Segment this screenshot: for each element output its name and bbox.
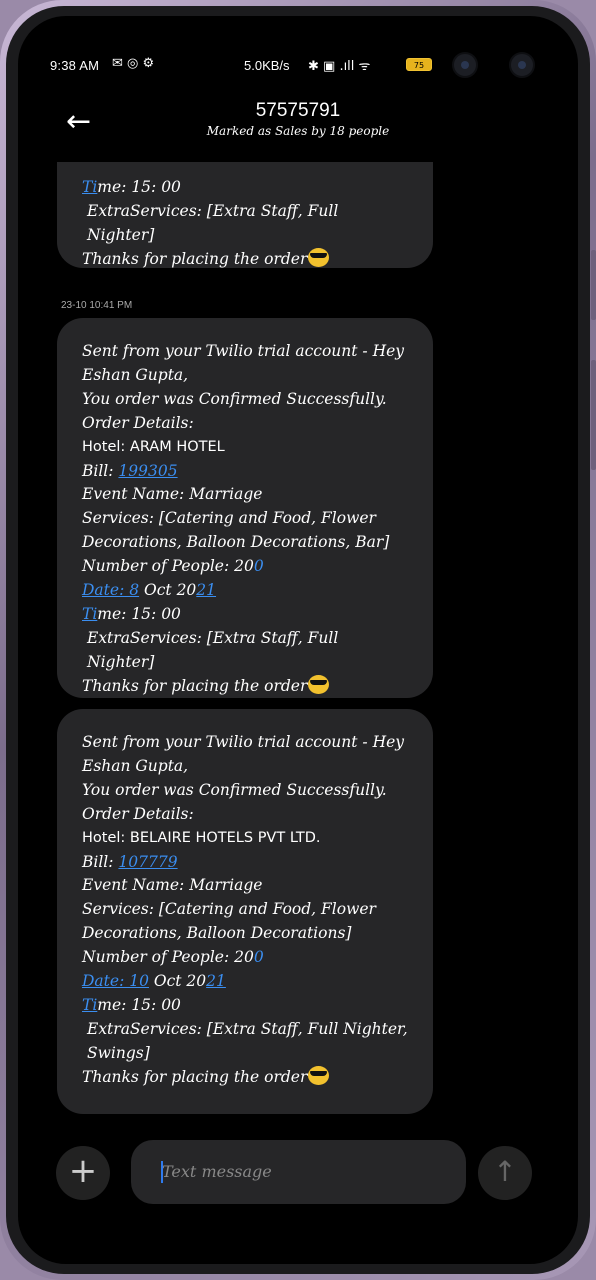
connectivity-icons: ✱ ▣ .ıll ᯤ	[308, 59, 371, 74]
message-extras: ExtraServices: [Extra Staff, Full Nighte…	[87, 201, 339, 244]
message-people: Number of People: 200	[82, 555, 409, 579]
front-camera-icon	[452, 52, 478, 78]
message-event: Event Name: Marriage	[82, 485, 263, 504]
message-intro: Sent from your Twilio trial account - He…	[82, 733, 405, 775]
sensor-icon	[509, 52, 535, 78]
conversation-header: ← 57575791 Marked as Sales by 18 people	[18, 100, 578, 162]
message-services: Services: [Catering and Food, Flower Dec…	[82, 900, 376, 943]
sunglasses-emoji-icon	[308, 247, 330, 267]
date-text: Oct 20	[139, 581, 197, 600]
bill-link[interactable]: 199305	[118, 462, 177, 480]
text-caret	[161, 1161, 163, 1183]
time-link[interactable]: Ti	[82, 996, 97, 1014]
people-link[interactable]: 0	[254, 948, 264, 966]
message-intro: Sent from your Twilio trial account - He…	[82, 342, 405, 384]
closing-text: Thanks for placing the order	[82, 249, 308, 268]
closing-text: Thanks for placing the order	[82, 676, 308, 695]
contact-number[interactable]: 57575791	[18, 100, 578, 122]
message-date: Date: 8 Oct 2021	[82, 579, 409, 603]
date-link[interactable]: Date: 8	[82, 581, 139, 599]
message-time-line: Time: 15: 00	[82, 176, 409, 200]
people-link[interactable]: 0	[254, 557, 264, 575]
date-year-link[interactable]: 21	[196, 581, 216, 599]
message-status: You order was Confirmed Successfully.	[82, 780, 387, 799]
notification-icons: ✉ ◎ ⚙	[112, 56, 155, 71]
message-closing: Thanks for placing the order	[82, 674, 409, 699]
message-closing: Thanks for placing the order	[82, 1065, 409, 1090]
message-input[interactable]: Text message	[131, 1140, 466, 1204]
message-date: Date: 10 Oct 2021	[82, 970, 409, 994]
plus-icon[interactable]: +	[56, 1146, 110, 1200]
message-time: Time: 15: 00	[82, 994, 409, 1018]
time-text: me: 15: 00	[97, 177, 181, 196]
network-speed: 5.0KB/s	[244, 58, 290, 73]
bill-label: Bill:	[82, 461, 119, 480]
status-bar: 9:38 AM ✉ ◎ ⚙ 5.0KB/s ✱ ▣ .ıll ᯤ 75	[18, 56, 578, 78]
message-hotel: Hotel: ARAM HOTEL	[82, 438, 225, 455]
people-label: Number of People: 20	[82, 948, 254, 967]
message-people: Number of People: 200	[82, 946, 409, 970]
message-services: Services: [Catering and Food, Flower Dec…	[82, 509, 390, 552]
phone-frame: 9:38 AM ✉ ◎ ⚙ 5.0KB/s ✱ ▣ .ıll ᯤ 75 ← 57…	[0, 0, 596, 1280]
message-extras: ExtraServices: [Extra Staff, Full Nighte…	[87, 1019, 408, 1062]
date-year-link[interactable]: 21	[206, 972, 226, 990]
message-hotel: Hotel: BELAIRE HOTELS PVT LTD.	[82, 829, 321, 846]
time-text: me: 15: 00	[97, 604, 181, 623]
date-link[interactable]: Date: 10	[82, 972, 149, 990]
arrow-up-icon[interactable]: ↑	[478, 1146, 532, 1200]
date-text: Oct 20	[148, 972, 207, 991]
volume-button	[591, 250, 596, 320]
time-link[interactable]: Ti	[82, 605, 97, 623]
message-bubble[interactable]: Sent from your Twilio trial account - He…	[57, 318, 433, 698]
message-composer: + Text message ↑	[18, 1140, 578, 1206]
bill-link[interactable]: 107779	[118, 853, 177, 871]
message-input-placeholder: Text message	[162, 1162, 272, 1181]
sunglasses-emoji-icon	[308, 1065, 330, 1085]
power-button	[591, 360, 596, 470]
message-extras: ExtraServices: [Extra Staff, Full Nighte…	[87, 628, 339, 671]
message-list[interactable]: x Time: 15: 00 ExtraServices: [Extra Sta…	[18, 162, 578, 1124]
spam-label: Marked as Sales by 18 people	[206, 124, 390, 138]
screen: 9:38 AM ✉ ◎ ⚙ 5.0KB/s ✱ ▣ .ıll ᯤ 75 ← 57…	[18, 16, 578, 1264]
message-status: You order was Confirmed Successfully.	[82, 389, 387, 408]
message-details-label: Order Details:	[82, 413, 194, 432]
message-event: Event Name: Marriage	[82, 876, 263, 895]
closing-text: Thanks for placing the order	[82, 1067, 308, 1086]
message-timestamp: 23-10 10:41 PM	[61, 300, 133, 311]
people-label: Number of People: 20	[82, 557, 254, 576]
status-time: 9:38 AM	[50, 58, 100, 73]
time-link[interactable]: Ti	[82, 178, 97, 196]
message-closing: Thanks for placing the order	[82, 247, 409, 272]
message-details-label: Order Details:	[82, 804, 194, 823]
sunglasses-emoji-icon	[308, 674, 330, 694]
message-bill: Bill: 107779	[82, 851, 409, 875]
bill-label: Bill:	[82, 852, 119, 871]
message-bubble[interactable]: x Time: 15: 00 ExtraServices: [Extra Sta…	[57, 162, 433, 268]
battery-icon: 75	[406, 58, 432, 71]
message-bill: Bill: 199305	[82, 460, 409, 484]
time-text: me: 15: 00	[97, 995, 181, 1014]
message-bubble[interactable]: Sent from your Twilio trial account - He…	[57, 709, 433, 1114]
message-time: Time: 15: 00	[82, 603, 409, 627]
